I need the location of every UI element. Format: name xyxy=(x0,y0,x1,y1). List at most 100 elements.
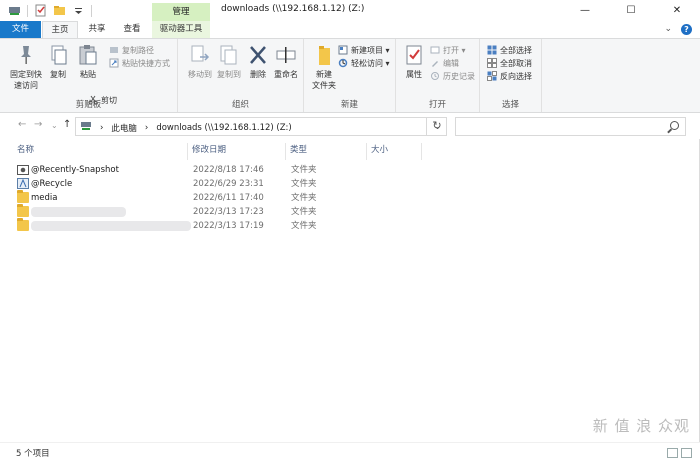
select-none-label: 全部取消 xyxy=(500,58,532,68)
open-label: 打开 ▾ xyxy=(443,45,466,55)
crumb-separator: › xyxy=(100,122,104,133)
pin-icon xyxy=(14,43,38,67)
file-row[interactable]: media 2022/6/11 17:40 文件夹 xyxy=(14,190,334,205)
window-title: downloads (\\192.168.1.12) (Z:) xyxy=(221,4,365,14)
new-item-button[interactable]: 新建项目 ▾ xyxy=(338,44,390,56)
drive-icon xyxy=(8,4,21,17)
easy-access-label: 轻松访问 ▾ xyxy=(351,58,390,68)
file-row[interactable]: 2022/3/13 17:23 文件夹 xyxy=(14,204,334,219)
address-bar[interactable]: › 此电脑 › downloads (\\192.168.1.12) (Z:) … xyxy=(75,117,447,136)
select-none-icon xyxy=(487,58,497,68)
file-modified: 2022/6/11 17:40 xyxy=(193,193,264,203)
new-folder-label: 新建 文件夹 xyxy=(312,70,336,90)
file-modified: 2022/8/18 17:46 xyxy=(193,165,264,175)
rename-button[interactable]: 重命名 xyxy=(266,43,306,80)
help-icon[interactable]: ? xyxy=(681,24,692,35)
file-list: 名称 修改日期 类型 大小 @Recently-Snapshot 2022/8/… xyxy=(0,139,700,442)
file-row[interactable]: @Recycle 2022/6/29 23:31 文件夹 xyxy=(14,177,334,191)
back-arrow-icon[interactable]: ← xyxy=(18,119,26,130)
paste-shortcut-icon xyxy=(109,58,119,68)
close-button[interactable]: ✕ xyxy=(654,0,700,21)
group-label-open: 打开 xyxy=(428,100,446,110)
ribbon-tabs: 文件 主页 共享 查看 驱动器工具 ⌄ ? xyxy=(0,21,700,38)
minimize-button[interactable]: — xyxy=(562,0,608,21)
properties-button[interactable]: 属性 xyxy=(394,43,434,80)
delete-label: 删除 xyxy=(250,70,266,79)
select-all-button[interactable]: 全部选择 xyxy=(487,44,532,56)
copy-path-button[interactable]: 复制路径 xyxy=(109,44,154,56)
tab-file[interactable]: 文件 xyxy=(0,21,41,38)
easy-access-button[interactable]: 轻松访问 ▾ xyxy=(338,57,390,69)
file-type: 文件夹 xyxy=(291,179,317,189)
file-row[interactable]: 2022/3/13 17:19 文件夹 xyxy=(14,218,334,233)
view-toggle xyxy=(667,448,692,458)
column-header-modified[interactable]: 修改日期 xyxy=(189,143,286,160)
file-type: 文件夹 xyxy=(291,207,317,217)
history-label: 历史记录 xyxy=(443,71,475,81)
up-arrow-icon[interactable]: ↑ xyxy=(63,119,71,130)
redacted-file-name xyxy=(31,207,126,217)
tab-share[interactable]: 共享 xyxy=(80,21,114,38)
copy-icon xyxy=(46,43,70,67)
properties-label: 属性 xyxy=(406,70,422,79)
tab-view[interactable]: 查看 xyxy=(114,21,150,38)
customize-qat-icon[interactable] xyxy=(72,4,85,17)
open-button[interactable]: 打开 ▾ xyxy=(430,44,466,56)
properties-check-icon[interactable] xyxy=(34,4,47,17)
column-header-size[interactable]: 大小 xyxy=(368,143,422,160)
crumb-separator: › xyxy=(144,122,149,133)
new-folder-icon[interactable] xyxy=(53,4,66,17)
group-open: 属性 打开 ▾ 编辑 历史记录 打开 xyxy=(396,39,480,112)
group-label-clipboard: 剪贴板 xyxy=(75,100,102,110)
select-all-label: 全部选择 xyxy=(500,45,532,55)
easy-access-icon xyxy=(338,58,348,68)
file-type: 文件夹 xyxy=(291,193,317,203)
history-icon xyxy=(430,71,440,81)
item-count: 5 个项目 xyxy=(16,449,50,459)
group-new: 新建 文件夹 新建项目 ▾ 轻松访问 ▾ 新建 xyxy=(304,39,396,112)
file-type: 文件夹 xyxy=(291,221,317,231)
redacted-file-name xyxy=(31,221,191,231)
crumb-current-folder[interactable]: downloads (\\192.168.1.12) (Z:) xyxy=(156,123,291,133)
select-none-button[interactable]: 全部取消 xyxy=(487,57,532,69)
breadcrumb: › 此电脑 › downloads (\\192.168.1.12) (Z:) xyxy=(80,121,292,134)
search-input[interactable] xyxy=(455,117,686,136)
folder-icon xyxy=(17,204,29,217)
recent-locations-chevron-icon[interactable]: ⌄ xyxy=(51,121,58,130)
new-item-icon xyxy=(338,45,348,55)
invert-selection-label: 反向选择 xyxy=(500,71,532,81)
invert-selection-button[interactable]: 反向选择 xyxy=(487,70,532,82)
rename-icon xyxy=(274,43,298,67)
history-button[interactable]: 历史记录 xyxy=(430,70,475,82)
forward-arrow-icon[interactable]: → xyxy=(34,119,42,130)
title-bar: 管理 downloads (\\192.168.1.12) (Z:) — ☐ ✕ xyxy=(0,0,700,21)
edit-pencil-icon xyxy=(430,58,440,68)
tab-drive-tools[interactable]: 驱动器工具 xyxy=(152,21,210,38)
rename-label: 重命名 xyxy=(274,70,298,79)
file-modified: 2022/6/29 23:31 xyxy=(193,179,264,189)
new-item-label: 新建项目 ▾ xyxy=(351,45,390,55)
file-row[interactable]: @Recently-Snapshot 2022/8/18 17:46 文件夹 xyxy=(14,163,334,177)
details-view-icon[interactable] xyxy=(667,448,678,458)
paste-shortcut-button[interactable]: 粘贴快捷方式 xyxy=(109,57,170,69)
edit-button[interactable]: 编辑 xyxy=(430,57,459,69)
new-folder-big-icon xyxy=(312,43,336,67)
crumb-this-pc[interactable]: 此电脑 xyxy=(111,122,137,134)
large-icons-view-icon[interactable] xyxy=(681,448,692,458)
refresh-button[interactable]: ↻ xyxy=(426,117,447,136)
column-header-type[interactable]: 类型 xyxy=(287,143,367,160)
tab-home[interactable]: 主页 xyxy=(42,21,78,38)
file-name: @Recycle xyxy=(31,179,73,189)
group-select: 全部选择 全部取消 反向选择 选择 xyxy=(480,39,542,112)
watermark-logo: 新 值 浪 众观 xyxy=(592,417,690,435)
folder-icon xyxy=(17,218,29,231)
recycle-folder-icon xyxy=(17,178,29,189)
quick-access-toolbar xyxy=(8,3,92,18)
column-header-name[interactable]: 名称 xyxy=(14,143,188,160)
maximize-button[interactable]: ☐ xyxy=(608,0,654,21)
paste-button[interactable]: 粘贴 xyxy=(68,43,108,80)
open-icon xyxy=(430,45,440,55)
edit-label: 编辑 xyxy=(443,58,459,68)
expand-ribbon-icon[interactable]: ⌄ xyxy=(664,24,672,35)
properties-big-icon xyxy=(402,43,426,67)
